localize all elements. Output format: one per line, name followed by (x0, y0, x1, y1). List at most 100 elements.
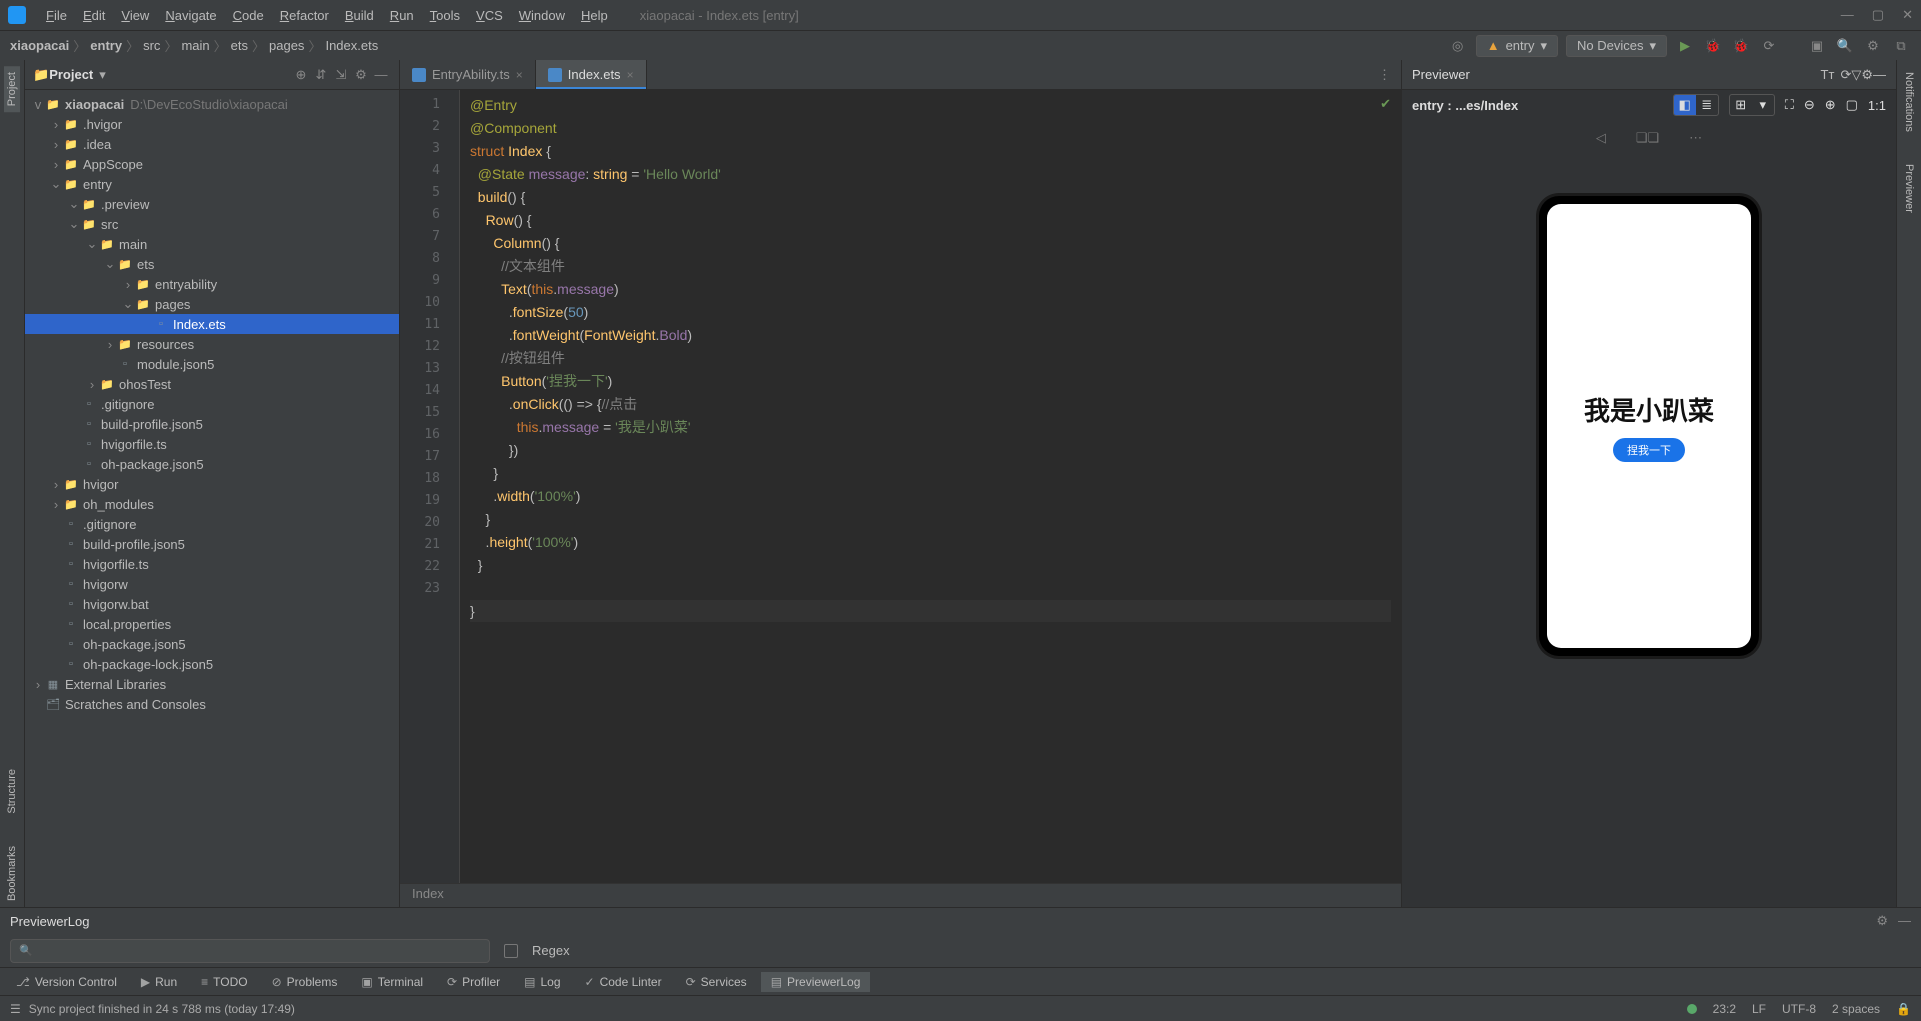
tree-item[interactable]: ▫hvigorw.bat (25, 594, 399, 614)
expand-all-icon[interactable]: ⇵ (311, 67, 331, 83)
tree-item[interactable]: ›📁hvigor (25, 474, 399, 494)
menu-refactor[interactable]: Refactor (272, 4, 337, 27)
profile-icon[interactable]: ⟳ (1759, 36, 1779, 56)
bottom-tab-todo[interactable]: ≡TODO (191, 972, 257, 992)
side-tab-notifications[interactable]: Notifications (1901, 66, 1917, 138)
target-icon[interactable]: ◎ (1448, 36, 1468, 56)
tree-arrow-icon[interactable]: ⌄ (67, 196, 81, 212)
tree-arrow-icon[interactable]: ⌄ (67, 216, 81, 232)
breadcrumb-item[interactable]: pages (269, 38, 304, 53)
tree-item[interactable]: ›📁resources (25, 334, 399, 354)
panel-hide-icon[interactable]: — (371, 67, 391, 82)
bottom-tab-services[interactable]: ⟳Services (676, 972, 757, 992)
log-hide-icon[interactable]: — (1898, 913, 1911, 929)
tree-arrow-icon[interactable]: › (121, 277, 135, 292)
grid-icon[interactable]: ⊞ (1730, 95, 1752, 115)
rotate-icon[interactable]: ▢ (1846, 97, 1858, 113)
layout-toggle[interactable]: ⊞ ▾ (1729, 94, 1775, 116)
notifications-icon[interactable]: ⧉ (1891, 36, 1911, 56)
log-search-input[interactable] (10, 939, 490, 963)
tree-arrow-icon[interactable]: ⌄ (103, 256, 117, 272)
breadcrumb-item[interactable]: src (143, 38, 160, 53)
tree-arrow-icon[interactable]: › (49, 497, 63, 512)
one-to-one-icon[interactable]: 1:1 (1868, 98, 1886, 113)
device-manager-icon[interactable]: ▣ (1807, 36, 1827, 56)
log-settings-icon[interactable]: ⚙ (1876, 913, 1888, 929)
tree-arrow-icon[interactable]: › (49, 117, 63, 132)
inspect-icon[interactable]: ▽ (1851, 67, 1861, 83)
design-mode-icon[interactable]: ◧ (1674, 95, 1696, 115)
tree-item[interactable]: ▫.gitignore (25, 394, 399, 414)
bottom-tab-version-control[interactable]: ⎇Version Control (6, 972, 127, 992)
menu-window[interactable]: Window (511, 4, 573, 27)
breadcrumb-item[interactable]: entry (90, 38, 122, 53)
side-tab-bookmarks[interactable]: Bookmarks (4, 840, 20, 907)
device-dropdown[interactable]: No Devices▾ (1566, 35, 1667, 57)
menu-navigate[interactable]: Navigate (157, 4, 224, 27)
bottom-tab-profiler[interactable]: ⟳Profiler (437, 972, 510, 992)
file-encoding[interactable]: UTF-8 (1782, 1002, 1816, 1016)
breadcrumb-item[interactable]: xiaopacai (10, 38, 69, 53)
tree-arrow-icon[interactable]: › (103, 337, 117, 352)
code-editor[interactable]: @Entry @Component struct Index { @State … (460, 90, 1401, 883)
line-separator[interactable]: LF (1752, 1002, 1766, 1016)
tabs-more-icon[interactable]: ⋮ (1368, 60, 1401, 89)
tree-item[interactable]: ›📁entryability (25, 274, 399, 294)
preview-button[interactable]: 捏我一下 (1613, 438, 1685, 462)
editor-breadcrumb[interactable]: Index (400, 883, 1401, 907)
tree-item[interactable]: ▫oh-package.json5 (25, 634, 399, 654)
menu-build[interactable]: Build (337, 4, 382, 27)
text-icon[interactable]: Tᴛ (1821, 67, 1835, 82)
tree-arrow-icon[interactable]: › (85, 377, 99, 392)
menu-help[interactable]: Help (573, 4, 616, 27)
bottom-tab-problems[interactable]: ⊘Problems (262, 972, 348, 992)
indent-setting[interactable]: 2 spaces (1832, 1002, 1880, 1016)
menu-code[interactable]: Code (225, 4, 272, 27)
tree-arrow-icon[interactable]: ⌄ (121, 296, 135, 312)
caret-position[interactable]: 23:2 (1713, 1002, 1736, 1016)
tree-item[interactable]: ▫local.properties (25, 614, 399, 634)
tree-item[interactable]: ›📁.idea (25, 134, 399, 154)
device-screen[interactable]: 我是小趴菜 捏我一下 (1547, 204, 1751, 648)
tree-item[interactable]: 🗂Scratches and Consoles (25, 694, 399, 714)
editor-tab[interactable]: Index.ets× (536, 60, 647, 89)
editor-tab[interactable]: EntryAbility.ts× (400, 60, 536, 89)
tree-item[interactable]: ›📁ohosTest (25, 374, 399, 394)
chevron-down-icon[interactable]: ▾ (1752, 95, 1774, 115)
menu-edit[interactable]: Edit (75, 4, 113, 27)
tree-item[interactable]: ›📁oh_modules (25, 494, 399, 514)
tree-item[interactable]: ›📁.hvigor (25, 114, 399, 134)
tree-arrow-icon[interactable]: › (49, 157, 63, 172)
minimize-icon[interactable]: — (1841, 7, 1854, 23)
tree-item[interactable]: ▫build-profile.json5 (25, 534, 399, 554)
settings-icon[interactable]: ⚙ (1863, 36, 1883, 56)
close-icon[interactable]: ✕ (1902, 7, 1913, 23)
tree-item[interactable]: ▫Index.ets (25, 314, 399, 334)
menu-file[interactable]: File (38, 4, 75, 27)
bottom-tab-previewerlog[interactable]: ▤PreviewerLog (761, 972, 871, 992)
tree-item[interactable]: ⌄📁entry (25, 174, 399, 194)
run-config-dropdown[interactable]: ▲entry▾ (1476, 35, 1558, 57)
split-icon[interactable]: ❏❏ (1636, 130, 1659, 146)
run-icon[interactable]: ▶ (1675, 36, 1695, 56)
tree-item[interactable]: ▫oh-package-lock.json5 (25, 654, 399, 674)
tree-item[interactable]: ▫module.json5 (25, 354, 399, 374)
menu-tools[interactable]: Tools (422, 4, 468, 27)
tree-item[interactable]: ▫build-profile.json5 (25, 414, 399, 434)
collapse-all-icon[interactable]: ⇲ (331, 67, 351, 83)
tree-item[interactable]: ▫hvigorfile.ts (25, 434, 399, 454)
tree-item[interactable]: ▫oh-package.json5 (25, 454, 399, 474)
tree-item[interactable]: ▫.gitignore (25, 514, 399, 534)
more-icon[interactable]: ⋯ (1689, 130, 1702, 146)
back-icon[interactable]: ◁ (1596, 130, 1606, 146)
readonly-lock-icon[interactable]: 🔒 (1896, 1002, 1911, 1016)
breadcrumb-item[interactable]: Index.ets (325, 38, 378, 53)
tree-item[interactable]: ⌄📁ets (25, 254, 399, 274)
debug-icon[interactable]: 🐞 (1703, 36, 1723, 56)
side-tab-structure[interactable]: Structure (4, 763, 20, 820)
side-tab-previewer[interactable]: Previewer (1901, 158, 1917, 219)
tree-item[interactable]: ▫hvigorfile.ts (25, 554, 399, 574)
menu-view[interactable]: View (113, 4, 157, 27)
tree-item[interactable]: ⌄📁pages (25, 294, 399, 314)
bottom-tab-code-linter[interactable]: ✓Code Linter (575, 972, 672, 992)
